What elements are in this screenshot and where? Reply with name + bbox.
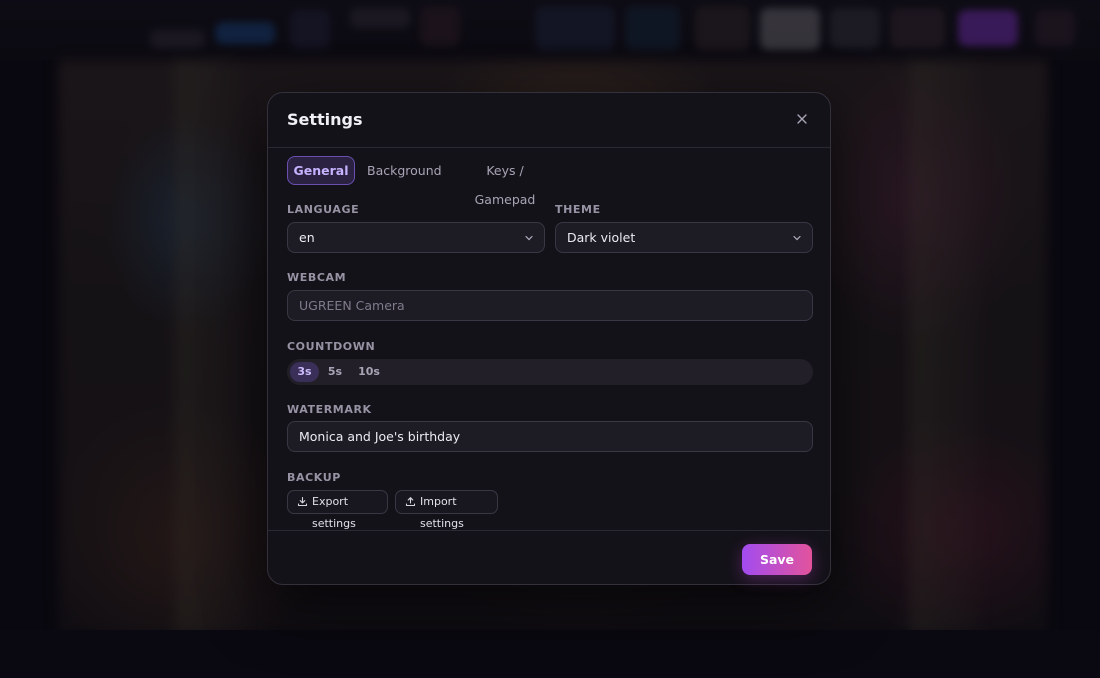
import-settings-button[interactable]: Import settings xyxy=(395,490,498,530)
settings-dialog: Settings General Background Keys / Gamep… xyxy=(267,92,831,585)
import-settings-label: Import settings xyxy=(420,495,464,530)
theme-select[interactable]: Dark violet xyxy=(555,222,813,253)
language-select[interactable]: en xyxy=(287,222,545,253)
download-icon xyxy=(297,496,308,507)
countdown-selector: 3s 5s 10s xyxy=(287,359,813,385)
countdown-option-5s[interactable]: 5s xyxy=(322,362,348,382)
theme-label: THEME xyxy=(555,203,601,216)
language-value: en xyxy=(299,230,315,245)
chevron-down-icon xyxy=(525,235,533,241)
countdown-label: COUNTDOWN xyxy=(287,340,376,353)
tab-background[interactable]: Background xyxy=(367,156,442,185)
chevron-down-icon xyxy=(793,235,801,241)
upload-icon xyxy=(405,497,416,507)
save-button[interactable]: Save xyxy=(742,544,812,575)
watermark-label: WATERMARK xyxy=(287,403,372,416)
webcam-placeholder: UGREEN Camera xyxy=(299,298,405,313)
close-button[interactable] xyxy=(794,111,810,127)
export-settings-button[interactable]: Export settings xyxy=(287,490,388,530)
watermark-input[interactable]: Monica and Joe's birthday xyxy=(287,421,813,452)
watermark-value: Monica and Joe's birthday xyxy=(299,429,461,444)
countdown-option-10s[interactable]: 10s xyxy=(353,362,385,382)
webcam-select[interactable]: UGREEN Camera xyxy=(287,290,813,321)
export-settings-label: Export settings xyxy=(312,495,356,530)
dialog-footer: Save xyxy=(268,530,830,587)
tab-keys-gamepad[interactable]: Keys / Gamepad xyxy=(455,156,555,207)
backup-label: BACKUP xyxy=(287,471,341,484)
close-icon xyxy=(797,114,807,124)
countdown-option-3s[interactable]: 3s xyxy=(290,362,319,382)
language-label: LANGUAGE xyxy=(287,203,360,216)
webcam-label: WEBCAM xyxy=(287,271,347,284)
tab-general[interactable]: General xyxy=(287,156,355,185)
dialog-title: Settings xyxy=(287,110,363,129)
dialog-header: Settings xyxy=(268,93,830,148)
theme-value: Dark violet xyxy=(567,230,636,245)
